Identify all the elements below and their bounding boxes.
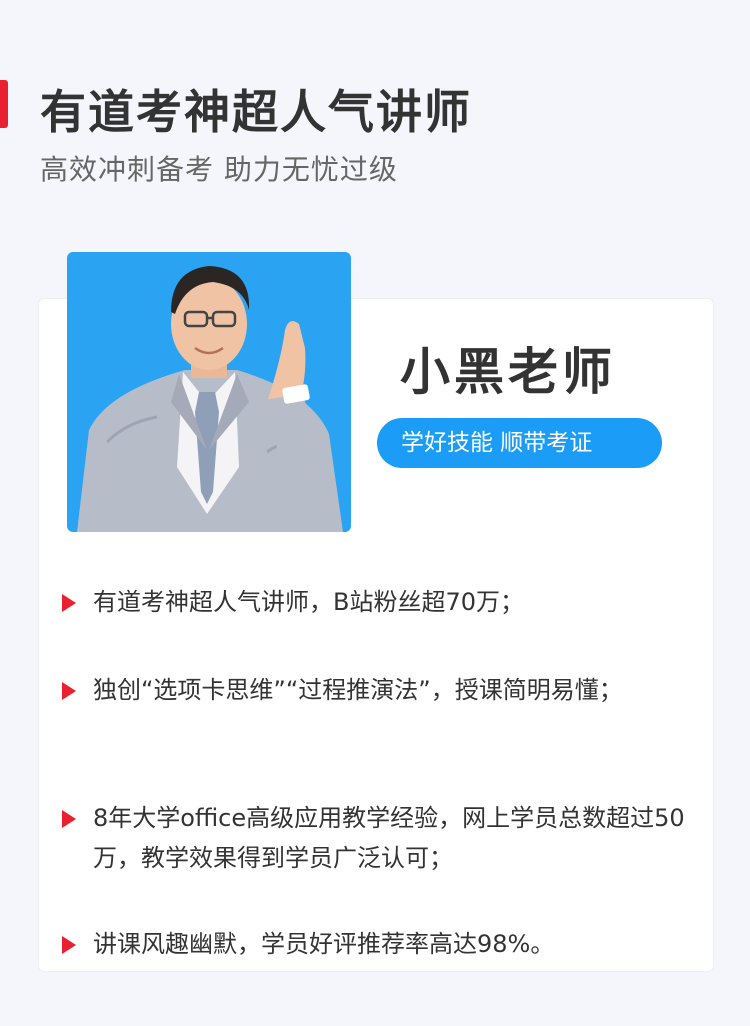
highlight-text: 独创“选项卡思维”“过程推演法”，授课简明易懂； bbox=[93, 676, 623, 704]
teacher-slogan-badge: 学好技能 顺带考证 bbox=[377, 418, 662, 468]
highlight-text: 有道考神超人气讲师，B站粉丝超70万； bbox=[93, 588, 525, 616]
red-triangle-arrow-icon bbox=[62, 682, 76, 700]
page-title: 有道考神超人气讲师 bbox=[40, 85, 472, 139]
teacher-photo bbox=[67, 252, 351, 532]
teacher-name: 小黑老师 bbox=[400, 343, 616, 401]
red-triangle-arrow-icon bbox=[62, 936, 76, 954]
highlight-text: 讲课风趣幽默，学员好评推荐率高达98%。 bbox=[93, 930, 555, 958]
red-triangle-arrow-icon bbox=[62, 810, 76, 828]
page-subtitle: 高效冲刺备考 助力无忧过级 bbox=[40, 153, 398, 186]
red-triangle-arrow-icon bbox=[62, 594, 76, 612]
highlight-text: 8年大学office高级应用教学经验，网上学员总数超过50万，教学效果得到学员广… bbox=[93, 804, 685, 872]
title-accent-bar bbox=[0, 80, 8, 128]
